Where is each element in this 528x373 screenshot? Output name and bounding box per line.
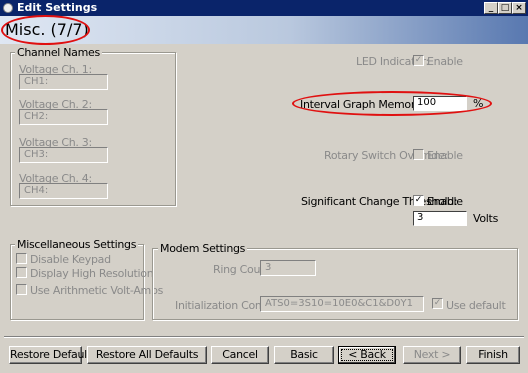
rotary-switch-enable-label: Enable bbox=[427, 149, 463, 162]
cancel-button[interactable]: Cancel bbox=[211, 346, 269, 364]
restore-default-button[interactable]: Restore Default bbox=[9, 346, 91, 364]
led-indicator-enable-label: Enable bbox=[427, 55, 463, 68]
title-bar: Edit Settings _ □ × bbox=[0, 0, 528, 16]
minimize-button[interactable]: _ bbox=[484, 2, 498, 14]
channel-names-title: Channel Names bbox=[15, 46, 102, 59]
init-command-input[interactable]: ATS0=3S10=10E0&C1&D0Y1 bbox=[260, 296, 424, 312]
display-high-resolution-checkbox[interactable] bbox=[16, 267, 27, 278]
misc-settings-title: Miscellaneous Settings bbox=[15, 238, 139, 251]
maximize-button[interactable]: □ bbox=[498, 2, 512, 14]
basic-button[interactable]: Basic bbox=[274, 346, 334, 364]
significant-change-unit: Volts bbox=[473, 212, 499, 225]
led-indicator-checkbox[interactable]: ✓ bbox=[413, 55, 424, 66]
finish-button[interactable]: Finish bbox=[466, 346, 520, 364]
channel-1-input[interactable]: CH1: bbox=[19, 74, 108, 90]
disable-keypad-checkbox[interactable] bbox=[16, 253, 27, 264]
ring-count-input[interactable]: 3 bbox=[260, 260, 316, 276]
app-icon bbox=[3, 3, 13, 13]
arithmetic-volt-amps-checkbox[interactable] bbox=[16, 284, 27, 295]
disable-keypad-label: Disable Keypad bbox=[30, 253, 111, 266]
highlight-ellipse-title bbox=[1, 15, 90, 45]
button-separator bbox=[4, 336, 524, 338]
close-button[interactable]: × bbox=[512, 2, 526, 14]
display-high-resolution-label: Display High Resolution bbox=[30, 267, 154, 280]
significant-change-enable-label: Enable bbox=[427, 195, 463, 208]
channel-3-input[interactable]: CH3: bbox=[19, 147, 108, 163]
back-button[interactable]: < Back bbox=[338, 346, 396, 364]
channel-4-input[interactable]: CH4: bbox=[19, 183, 108, 199]
highlight-ellipse-interval bbox=[292, 91, 492, 116]
channel-2-input[interactable]: CH2: bbox=[19, 109, 108, 125]
next-button[interactable]: Next > bbox=[403, 346, 461, 364]
significant-change-checkbox[interactable]: ✓ bbox=[413, 195, 424, 206]
restore-all-defaults-button[interactable]: Restore All Defaults bbox=[87, 346, 207, 364]
use-default-checkbox[interactable]: ✓ bbox=[432, 298, 443, 309]
use-default-label: Use default bbox=[446, 299, 506, 312]
significant-change-input[interactable]: 3 bbox=[413, 211, 467, 226]
window-title: Edit Settings bbox=[17, 1, 98, 14]
rotary-switch-checkbox[interactable] bbox=[413, 149, 424, 160]
modem-settings-title: Modem Settings bbox=[158, 242, 248, 255]
arithmetic-volt-amps-label: Use Arithmetic Volt-Amps bbox=[30, 284, 164, 297]
